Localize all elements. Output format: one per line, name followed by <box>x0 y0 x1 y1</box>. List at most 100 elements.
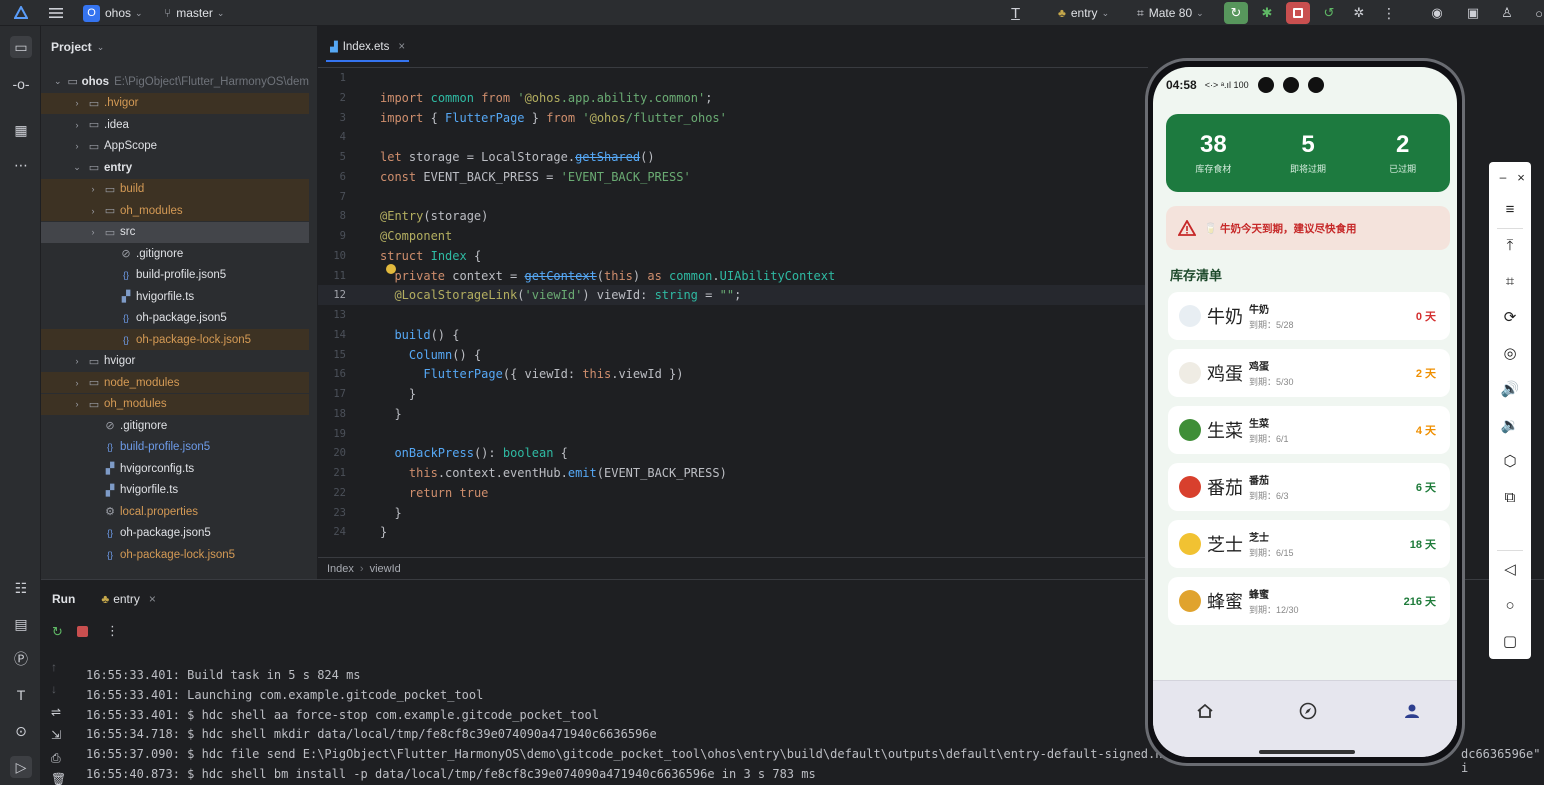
commit-icon[interactable]: -o- <box>10 73 32 95</box>
soft-wrap-icon[interactable]: ⇌ <box>51 705 61 719</box>
tree-node[interactable]: ⊘ .gitignore <box>41 415 309 436</box>
tab-index-ets[interactable]: ▟ Index.ets × <box>326 34 410 62</box>
tree-node[interactable]: {} oh-package-lock.json5 <box>41 544 309 565</box>
tree-node[interactable]: › ▭ hvigor <box>41 351 309 372</box>
code-editor[interactable]: 1 2 3 4 5 6 7 8 9 10 11 12 13 14 15 16 17 18 19 20 21 22 23 24 … <box>318 68 1148 557</box>
structure-icon[interactable]: ▦ <box>10 119 32 141</box>
rotate-icon[interactable]: ⟳ <box>1499 306 1521 328</box>
chevron-right-icon[interactable]: › <box>71 356 83 366</box>
shake-icon[interactable]: ⬡ <box>1499 450 1521 472</box>
build-icon[interactable]: T <box>10 684 32 706</box>
services-icon[interactable]: ⊙ <box>10 720 32 742</box>
tree-node[interactable]: › ▭ AppScope <box>41 136 309 157</box>
more-vertical-icon[interactable]: ⋮ <box>106 623 119 639</box>
tree-node[interactable]: › ▭ node_modules <box>41 372 309 393</box>
recents-icon[interactable]: ▢ <box>1499 630 1521 652</box>
rerun-icon[interactable]: ↻ <box>52 624 63 640</box>
inventory-item[interactable]: 鸡蛋 鸡蛋 到期：5/30 2 天 <box>1168 349 1450 397</box>
inventory-item[interactable]: 生菜 生菜 到期：6/1 4 天 <box>1168 406 1450 454</box>
inventory-item[interactable]: 牛奶 牛奶 到期：5/28 0 天 <box>1168 292 1450 340</box>
close-icon[interactable]: × <box>398 41 405 53</box>
profile-icon[interactable] <box>1400 699 1424 723</box>
tree-node[interactable]: › ▭ .idea <box>41 114 309 135</box>
more-actions-button[interactable]: ⋮ <box>1377 2 1401 24</box>
main-menu-icon[interactable] <box>48 0 64 26</box>
close-icon[interactable]: × <box>149 592 156 606</box>
pin-top-icon[interactable]: ⤒ <box>1499 234 1521 256</box>
screenshot-icon[interactable]: ◎ <box>1499 342 1521 364</box>
project-panel-header[interactable]: Project ⌄ <box>41 26 317 68</box>
debug-button[interactable]: ✱ <box>1255 2 1279 24</box>
stat-expiring[interactable]: 5 即将过期 <box>1261 114 1356 192</box>
scroll-end-icon[interactable]: ⇲ <box>51 728 61 742</box>
lightbulb-icon[interactable] <box>386 264 396 274</box>
device-selector[interactable]: ⌗ Mate 80 ⌄ <box>1137 0 1204 26</box>
search-button[interactable]: ○ <box>1527 2 1544 24</box>
expiry-alert[interactable]: 🥛 牛奶今天到期，建议尽快食用 <box>1166 206 1450 250</box>
tree-node[interactable]: ▞ hvigorconfig.ts <box>41 458 309 479</box>
translate-icon[interactable]: T̲ <box>1011 0 1020 26</box>
tree-node[interactable]: ⌄ ▭ entry <box>41 157 309 178</box>
chevron-right-icon[interactable]: › <box>71 378 83 388</box>
inventory-item[interactable]: 芝士 芝士 到期：6/15 18 天 <box>1168 520 1450 568</box>
volume-up-icon[interactable]: 🔊 <box>1499 378 1521 400</box>
inventory-item[interactable]: 番茄 番茄 到期：6/3 6 天 <box>1168 463 1450 511</box>
print-icon[interactable]: ⎙ <box>51 751 61 766</box>
arrow-down-icon[interactable]: ↓ <box>51 682 57 696</box>
account-button[interactable]: ♙ <box>1495 2 1519 24</box>
layout-inspector-icon[interactable]: ▤ <box>10 613 32 635</box>
stat-expired[interactable]: 2 已过期 <box>1355 114 1450 192</box>
chevron-right-icon[interactable]: › <box>71 141 83 151</box>
rerun-button[interactable]: ↻ <box>1224 2 1248 24</box>
more-tools-icon[interactable]: ⋯ <box>10 154 32 176</box>
chevron-right-icon[interactable]: › <box>87 227 99 237</box>
apply-changes-button[interactable]: ↺ <box>1317 2 1341 24</box>
tree-node[interactable]: › ▭ oh_modules <box>41 200 309 221</box>
breadcrumb-item[interactable]: Index <box>327 563 354 575</box>
tree-node[interactable]: ⚙ local.properties <box>41 501 309 522</box>
breadcrumb-item[interactable]: viewId <box>370 563 401 575</box>
multi-screen-icon[interactable]: ⧉ <box>1499 486 1521 508</box>
home-indicator[interactable] <box>1259 750 1355 754</box>
tree-node[interactable]: {} oh-package.json5 <box>41 308 309 329</box>
project-switcher[interactable]: O ohos ⌄ <box>83 0 143 26</box>
tree-node[interactable]: {} oh-package.json5 <box>41 523 309 544</box>
chevron-right-icon[interactable]: › <box>87 184 99 194</box>
back-icon[interactable]: ◁ <box>1499 558 1521 580</box>
close-icon[interactable]: × <box>1510 166 1532 188</box>
tree-node[interactable]: {} oh-package-lock.json5 <box>41 329 309 350</box>
tree-node[interactable]: ⊘ .gitignore <box>41 243 309 264</box>
phone-screen[interactable]: 04:58 <·> ᵃ.ıl 100 38 库存食材 5 即将过期 2 已过期 <box>1153 67 1457 757</box>
inventory-item[interactable]: 蜂蜜 蜂蜜 到期：12/30 216 天 <box>1168 577 1450 625</box>
tree-node[interactable]: {} build-profile.json5 <box>41 437 309 458</box>
tree-node[interactable]: › ▭ oh_modules <box>41 393 309 415</box>
chevron-right-icon[interactable]: › <box>71 399 83 409</box>
chevron-right-icon[interactable]: › <box>87 206 99 216</box>
chevron-right-icon[interactable]: › <box>71 98 83 108</box>
crop-icon[interactable]: ⌗ <box>1499 270 1521 292</box>
stat-total[interactable]: 38 库存食材 <box>1166 114 1261 192</box>
tree-node[interactable]: › ▭ src <box>41 221 309 243</box>
tree-node[interactable]: › ▭ .hvigor <box>41 92 309 114</box>
tree-node[interactable]: ▞ hvigorfile.ts <box>41 480 309 501</box>
arrow-up-icon[interactable]: ↑ <box>51 660 57 674</box>
console-output[interactable]: 16:55:33.401: Build task in 5 s 824 ms 1… <box>86 668 1162 781</box>
tree-node[interactable]: ▞ hvigorfile.ts <box>41 286 309 307</box>
chevron-down-icon[interactable]: ⌄ <box>71 162 83 173</box>
run-config-selector[interactable]: ♣ entry ⌄ <box>1058 0 1109 26</box>
chevron-down-icon[interactable]: ⌄ <box>53 76 63 87</box>
volume-down-icon[interactable]: 🔉 <box>1499 414 1521 436</box>
home-icon[interactable] <box>1193 699 1217 723</box>
tree-node[interactable]: › ▭ build <box>41 178 309 200</box>
branch-switcher[interactable]: ⑂ master ⌄ <box>164 0 224 26</box>
menu-icon[interactable]: ≡ <box>1499 198 1521 220</box>
chevron-right-icon[interactable]: › <box>71 120 83 130</box>
run-tab-label[interactable]: entry <box>113 592 140 606</box>
stop-button[interactable] <box>1286 2 1310 24</box>
tree-node[interactable]: {} build-profile.json5 <box>41 265 309 286</box>
run-tool-icon[interactable]: ▷ <box>10 756 32 778</box>
profiler-icon[interactable]: Ⓟ <box>10 648 32 670</box>
stop-icon[interactable] <box>77 626 88 637</box>
home-circle-icon[interactable]: ○ <box>1499 594 1521 616</box>
app-logo-icon[interactable] <box>14 0 28 26</box>
